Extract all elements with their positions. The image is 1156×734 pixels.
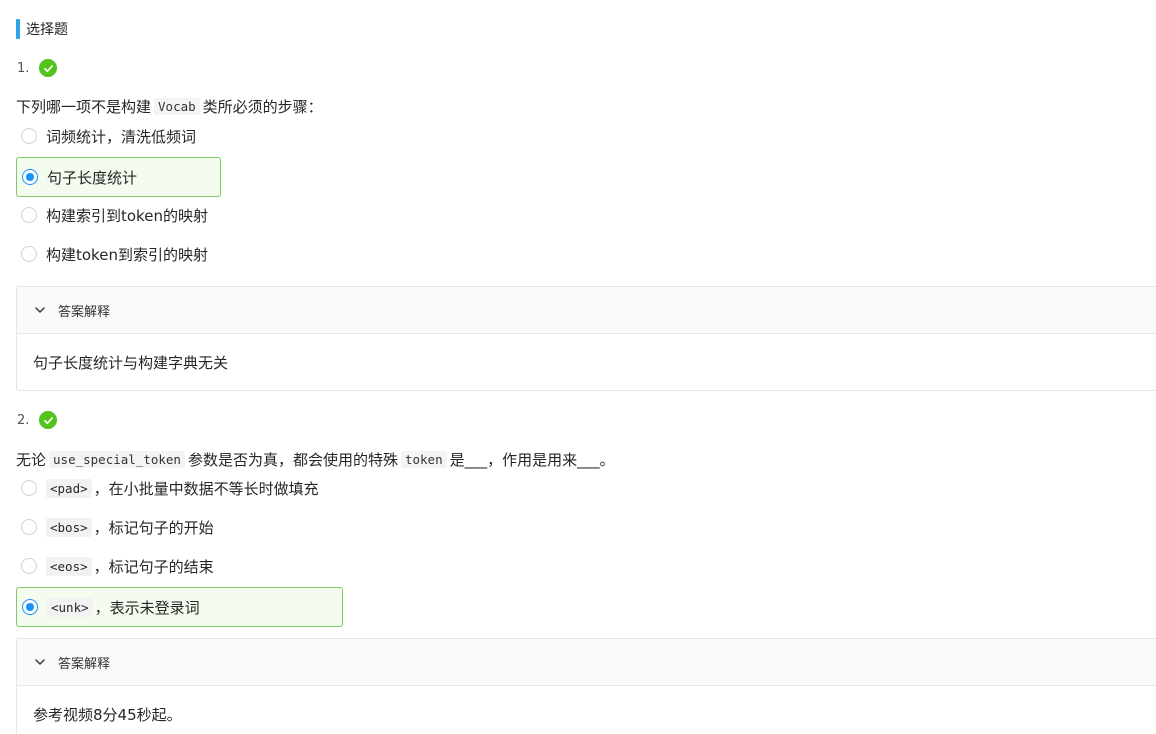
stem-code: Vocab bbox=[154, 97, 200, 115]
option-code: <unk> bbox=[47, 597, 93, 617]
section-header: 选择题 bbox=[16, 19, 68, 39]
check-circle-icon bbox=[39, 411, 58, 429]
question-2-option-b[interactable]: <bos> ，标记句子的开始 bbox=[16, 507, 214, 547]
explanation-title: 答案解释 bbox=[58, 304, 111, 320]
explanation-text: 句子长度统计与构建字典无关 bbox=[33, 353, 229, 372]
question-number: 2. bbox=[17, 412, 30, 428]
question-1-option-d[interactable]: 构建token到索引的映射 bbox=[16, 234, 208, 274]
option-label: ，表示未登录词 bbox=[94, 598, 200, 617]
explanation-text: 参考视频8分45秒起。 bbox=[33, 705, 182, 724]
radio-button[interactable] bbox=[21, 128, 37, 144]
question-number: 1. bbox=[17, 60, 30, 76]
question-1-explanation-panel: 答案解释 句子长度统计与构建字典无关 bbox=[16, 286, 1156, 391]
stem-code: token bbox=[400, 450, 447, 468]
radio-button-selected[interactable] bbox=[22, 169, 38, 185]
stem-text: 下列哪一项不是构建 bbox=[16, 97, 152, 116]
option-label: ，在小批量中数据不等长时做填充 bbox=[93, 479, 319, 498]
explanation-toggle[interactable]: 答案解释 bbox=[17, 287, 1156, 334]
stem-code: use_special_token bbox=[49, 450, 185, 468]
question-1-option-a[interactable]: 词频统计，清洗低频词 bbox=[16, 116, 196, 156]
option-label: 词频统计，清洗低频词 bbox=[46, 127, 197, 146]
option-code: <eos> bbox=[46, 556, 92, 576]
question-1-option-b[interactable]: 句子长度统计 bbox=[16, 157, 221, 197]
radio-button[interactable] bbox=[21, 246, 37, 262]
question-2-explanation-panel: 答案解释 参考视频8分45秒起。 bbox=[16, 638, 1156, 734]
option-code: <pad> bbox=[46, 478, 92, 498]
section-title: 选择题 bbox=[26, 22, 68, 38]
question-2-option-c[interactable]: <eos> ，标记句子的结束 bbox=[16, 546, 214, 586]
question-2-header: 2. bbox=[17, 410, 58, 430]
radio-button[interactable] bbox=[21, 207, 37, 223]
section-accent-bar bbox=[16, 19, 20, 39]
option-label: 构建token到索引的映射 bbox=[46, 245, 208, 264]
radio-button[interactable] bbox=[21, 519, 37, 535]
option-label: 构建索引到token的映射 bbox=[46, 206, 208, 225]
radio-button[interactable] bbox=[21, 558, 37, 574]
stem-text: 无论 bbox=[16, 450, 47, 469]
question-2-option-d[interactable]: <unk> ，表示未登录词 bbox=[16, 587, 343, 627]
question-2-stem: 无论 use_special_token 参数是否为真，都会使用的特殊 toke… bbox=[16, 448, 615, 470]
option-label: 句子长度统计 bbox=[47, 168, 138, 187]
option-label: ，标记句子的结束 bbox=[93, 557, 214, 576]
check-circle-icon bbox=[39, 59, 58, 77]
radio-button-selected[interactable] bbox=[22, 599, 38, 615]
option-code: <bos> bbox=[46, 517, 92, 537]
explanation-toggle[interactable]: 答案解释 bbox=[17, 639, 1156, 686]
chevron-down-icon bbox=[35, 307, 45, 313]
stem-text: 参数是否为真，都会使用的特殊 bbox=[187, 450, 398, 469]
option-label: ，标记句子的开始 bbox=[93, 518, 214, 537]
question-1-stem: 下列哪一项不是构建 Vocab 类所必须的步骤： bbox=[16, 95, 323, 117]
explanation-title: 答案解释 bbox=[58, 656, 111, 672]
radio-button[interactable] bbox=[21, 480, 37, 496]
question-1-option-c[interactable]: 构建索引到token的映射 bbox=[16, 195, 208, 235]
question-1-header: 1. bbox=[17, 58, 58, 78]
stem-text: 类所必须的步骤： bbox=[202, 97, 323, 116]
stem-text: 是___，作用是用来___。 bbox=[449, 450, 615, 469]
question-2-option-a[interactable]: <pad> ，在小批量中数据不等长时做填充 bbox=[16, 468, 319, 508]
chevron-down-icon bbox=[35, 659, 45, 665]
